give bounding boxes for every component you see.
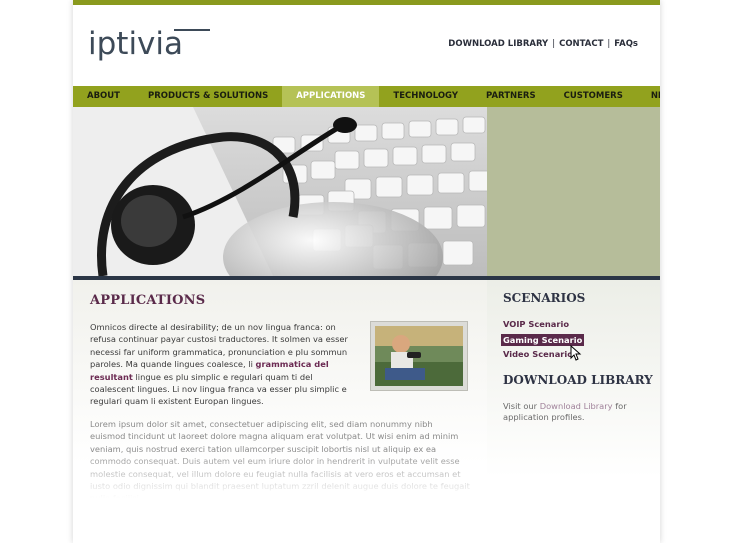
download-library-heading: DOWNLOAD LIBRARY (503, 373, 653, 387)
lorem-paragraph: Lorem ipsum dolor sit amet, consectetuer… (90, 419, 470, 498)
faqs-link[interactable]: FAQs (614, 39, 638, 49)
gaming-photo (370, 321, 468, 391)
scenario-link-voip[interactable]: VOIP Scenario (503, 319, 569, 329)
cursor-arrow-icon (570, 344, 582, 361)
nav-item-products-solutions[interactable]: PRODUCTS & SOLUTIONS (134, 86, 282, 107)
download-library-inline-link[interactable]: Download Library (540, 401, 613, 411)
logo-accent-line (174, 29, 210, 31)
nav-item-customers[interactable]: CUSTOMERS (550, 86, 637, 107)
nav-item-technology[interactable]: TECHNOLOGY (379, 86, 472, 107)
scenario-link-video[interactable]: Video Scenario (503, 349, 573, 359)
mouse-cursor-icon (570, 344, 582, 365)
nav-item-applications[interactable]: APPLICATIONS (282, 86, 380, 107)
intro-paragraph: Omnicos directe al desirability; de un n… (90, 321, 358, 408)
download-library-link[interactable]: DOWNLOAD LIBRARY (448, 39, 548, 49)
hero-illustration (73, 107, 487, 276)
top-accent-bar (73, 0, 660, 5)
link-separator: | (552, 39, 556, 49)
nav-item-partners[interactable]: PARTNERS (472, 86, 550, 107)
gaming-photo-illustration (375, 326, 463, 386)
download-text-pre: Visit our (503, 401, 540, 411)
contact-link[interactable]: CONTACT (559, 39, 603, 49)
nav-item-news-events[interactable]: NEWS & EVENTS (637, 86, 660, 107)
utility-links: DOWNLOAD LIBRARY | CONTACT | FAQs (448, 39, 638, 49)
hero-side-panel (487, 107, 660, 276)
download-library-text: Visit our Download Library for applicati… (503, 401, 633, 423)
main-nav: ABOUT PRODUCTS & SOLUTIONS APPLICATIONS … (73, 86, 660, 107)
page-container: iptivia DOWNLOAD LIBRARY | CONTACT | FAQs AB… (73, 0, 660, 543)
logo-text: iptivia (88, 26, 184, 62)
scenarios-heading: SCENARIOS (503, 291, 586, 305)
link-separator: | (607, 39, 611, 49)
hero-image-headset-keyboard (73, 107, 487, 276)
nav-item-about[interactable]: ABOUT (73, 86, 134, 107)
page-title: APPLICATIONS (90, 293, 206, 308)
